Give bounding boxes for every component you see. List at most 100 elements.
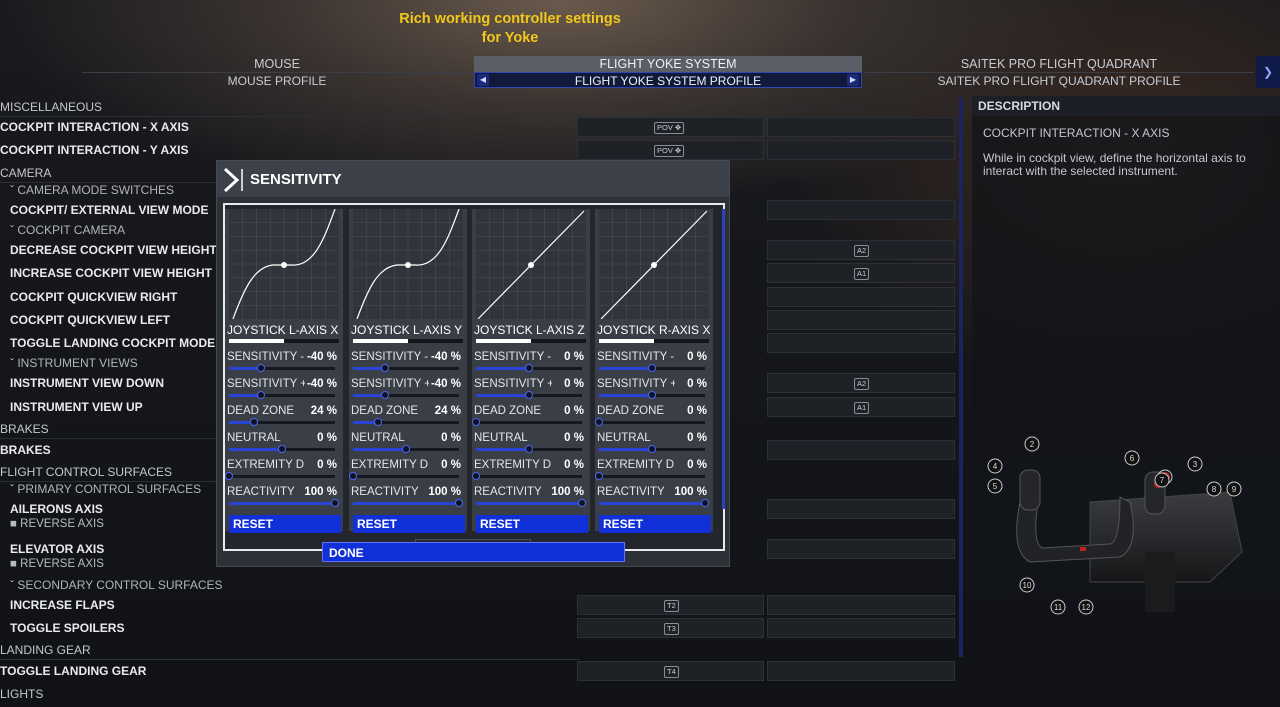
setting-slider[interactable] xyxy=(599,364,705,372)
setting-slider[interactable] xyxy=(353,391,459,399)
setting-slider[interactable] xyxy=(595,472,705,480)
setting-slider[interactable] xyxy=(349,472,459,480)
setting-value: 0 % xyxy=(687,405,707,417)
checkbox-icon[interactable]: ■ xyxy=(10,558,17,570)
binding-slot-2[interactable] xyxy=(767,200,955,220)
slider-handle[interactable] xyxy=(349,472,357,480)
slider-handle[interactable] xyxy=(250,418,259,426)
binding-slot-2[interactable]: A1 xyxy=(767,397,955,417)
setting-slider[interactable] xyxy=(229,499,339,507)
binding-toggle-spoilers[interactable]: TOGGLE SPOILERS T3 xyxy=(0,618,960,638)
slider-handle[interactable] xyxy=(225,472,233,480)
setting-slider[interactable] xyxy=(229,418,335,426)
slider-handle[interactable] xyxy=(278,445,286,453)
setting-slider[interactable] xyxy=(595,418,705,426)
category-landing-gear[interactable]: LANDING GEAR xyxy=(0,640,960,660)
slider-handle[interactable] xyxy=(374,418,383,426)
setting-slider[interactable] xyxy=(476,391,582,399)
slider-handle[interactable] xyxy=(595,472,603,480)
category-lights[interactable]: LIGHTS xyxy=(0,684,960,704)
binding-slot-2[interactable] xyxy=(767,595,955,615)
setting-slider[interactable] xyxy=(225,472,335,480)
binding-cockpit-x[interactable]: COCKPIT INTERACTION - X AXIS POV ✥ xyxy=(0,117,960,137)
slider-handle[interactable] xyxy=(578,499,586,507)
reset-button[interactable]: RESET xyxy=(476,515,588,533)
setting-value: 0 % xyxy=(687,459,707,471)
binding-slot-2[interactable]: A1 xyxy=(767,263,955,283)
slider-handle[interactable] xyxy=(595,418,603,426)
setting-label: SENSITIVITY - xyxy=(227,351,305,363)
slider-handle[interactable] xyxy=(256,364,265,372)
slider-handle[interactable] xyxy=(380,364,389,372)
binding-slot-1[interactable]: T4 xyxy=(577,661,764,681)
slider-handle[interactable] xyxy=(380,391,389,399)
slider-handle[interactable] xyxy=(525,391,533,399)
device-profile[interactable]: MOUSE PROFILE xyxy=(82,72,472,88)
binding-slot-2[interactable] xyxy=(767,440,955,460)
setting-slider[interactable] xyxy=(599,499,709,507)
binding-slot-2[interactable] xyxy=(767,661,955,681)
setting-slider[interactable] xyxy=(476,364,582,372)
axis-name: JOYSTICK R-AXIS X xyxy=(597,323,711,337)
slider-handle[interactable] xyxy=(648,364,656,372)
binding-increase-flaps[interactable]: INCREASE FLAPS T2 xyxy=(0,595,960,615)
setting-slider[interactable] xyxy=(353,364,459,372)
binding-slot-2[interactable] xyxy=(767,618,955,638)
slider-handle[interactable] xyxy=(402,445,410,453)
reset-button[interactable]: RESET xyxy=(353,515,465,533)
slider-handle[interactable] xyxy=(525,445,533,453)
setting-slider[interactable] xyxy=(229,445,335,453)
slider-handle[interactable] xyxy=(455,499,463,507)
reset-button[interactable]: RESET xyxy=(229,515,341,533)
binding-slot-1[interactable]: T2 xyxy=(577,595,764,615)
binding-slot-2[interactable] xyxy=(767,333,955,353)
setting-slider[interactable] xyxy=(599,445,705,453)
binding-slot-2[interactable] xyxy=(767,117,955,137)
setting-slider[interactable] xyxy=(353,445,459,453)
modal-scrollbar[interactable] xyxy=(722,209,725,509)
next-device-button[interactable]: ❯ xyxy=(1256,56,1280,88)
setting-slider[interactable] xyxy=(472,418,582,426)
setting-slider[interactable] xyxy=(476,445,582,453)
slider-handle[interactable] xyxy=(525,364,533,372)
binding-cockpit-y[interactable]: COCKPIT INTERACTION - Y AXIS POV ✥ xyxy=(0,140,960,160)
device-tab-mouse[interactable]: MOUSE MOUSE PROFILE xyxy=(82,56,472,88)
binding-toggle-landing-gear[interactable]: TOGGLE LANDING GEAR T4 xyxy=(0,661,960,681)
binding-slot-1[interactable]: POV ✥ xyxy=(577,140,764,160)
slider-handle[interactable] xyxy=(472,418,480,426)
binding-slot-2[interactable]: A2 xyxy=(767,373,955,393)
setting-slider[interactable] xyxy=(353,418,459,426)
device-profile[interactable]: SAITEK PRO FLIGHT QUADRANT PROFILE xyxy=(864,72,1254,88)
device-tab-saitek-quadrant[interactable]: SAITEK PRO FLIGHT QUADRANT SAITEK PRO FL… xyxy=(864,56,1254,88)
binding-slot-1[interactable]: T3 xyxy=(577,618,764,638)
reset-button[interactable]: RESET xyxy=(599,515,711,533)
setting-slider[interactable] xyxy=(476,499,586,507)
subcategory-secondary-control[interactable]: ˇ SECONDARY CONTROL SURFACES xyxy=(0,575,960,595)
setting-slider[interactable] xyxy=(472,472,582,480)
checkbox-icon[interactable]: ■ xyxy=(10,518,17,530)
profile-selector[interactable]: ◀ FLIGHT YOKE SYSTEM PROFILE ▶ xyxy=(474,72,862,88)
chevron-left-icon[interactable]: ◀ xyxy=(477,74,489,86)
setting-slider[interactable] xyxy=(229,391,335,399)
slider-handle[interactable] xyxy=(648,445,656,453)
binding-slot-1[interactable]: POV ✥ xyxy=(577,117,764,137)
binding-slot-2[interactable]: A2 xyxy=(767,240,955,260)
callout-6: 6 xyxy=(1124,450,1140,466)
binding-slot-2[interactable] xyxy=(767,310,955,330)
slider-handle[interactable] xyxy=(256,391,265,399)
done-button[interactable]: DONE xyxy=(322,542,625,562)
setting-slider[interactable] xyxy=(229,364,335,372)
list-scrollbar[interactable] xyxy=(959,97,963,657)
slider-handle[interactable] xyxy=(648,391,656,399)
setting-slider[interactable] xyxy=(353,499,463,507)
category-miscellaneous[interactable]: MISCELLANEOUS xyxy=(0,97,960,117)
reverse-axis-label: ■ REVERSE AXIS xyxy=(10,558,104,570)
slider-handle[interactable] xyxy=(472,472,480,480)
slider-handle[interactable] xyxy=(701,499,709,507)
binding-slot-2[interactable] xyxy=(767,287,955,307)
chevron-right-icon[interactable]: ▶ xyxy=(847,74,859,86)
slider-handle[interactable] xyxy=(331,499,339,507)
device-tab-flight-yoke[interactable]: FLIGHT YOKE SYSTEM ◀ FLIGHT YOKE SYSTEM … xyxy=(474,56,862,88)
setting-slider[interactable] xyxy=(599,391,705,399)
binding-slot-2[interactable] xyxy=(767,140,955,160)
